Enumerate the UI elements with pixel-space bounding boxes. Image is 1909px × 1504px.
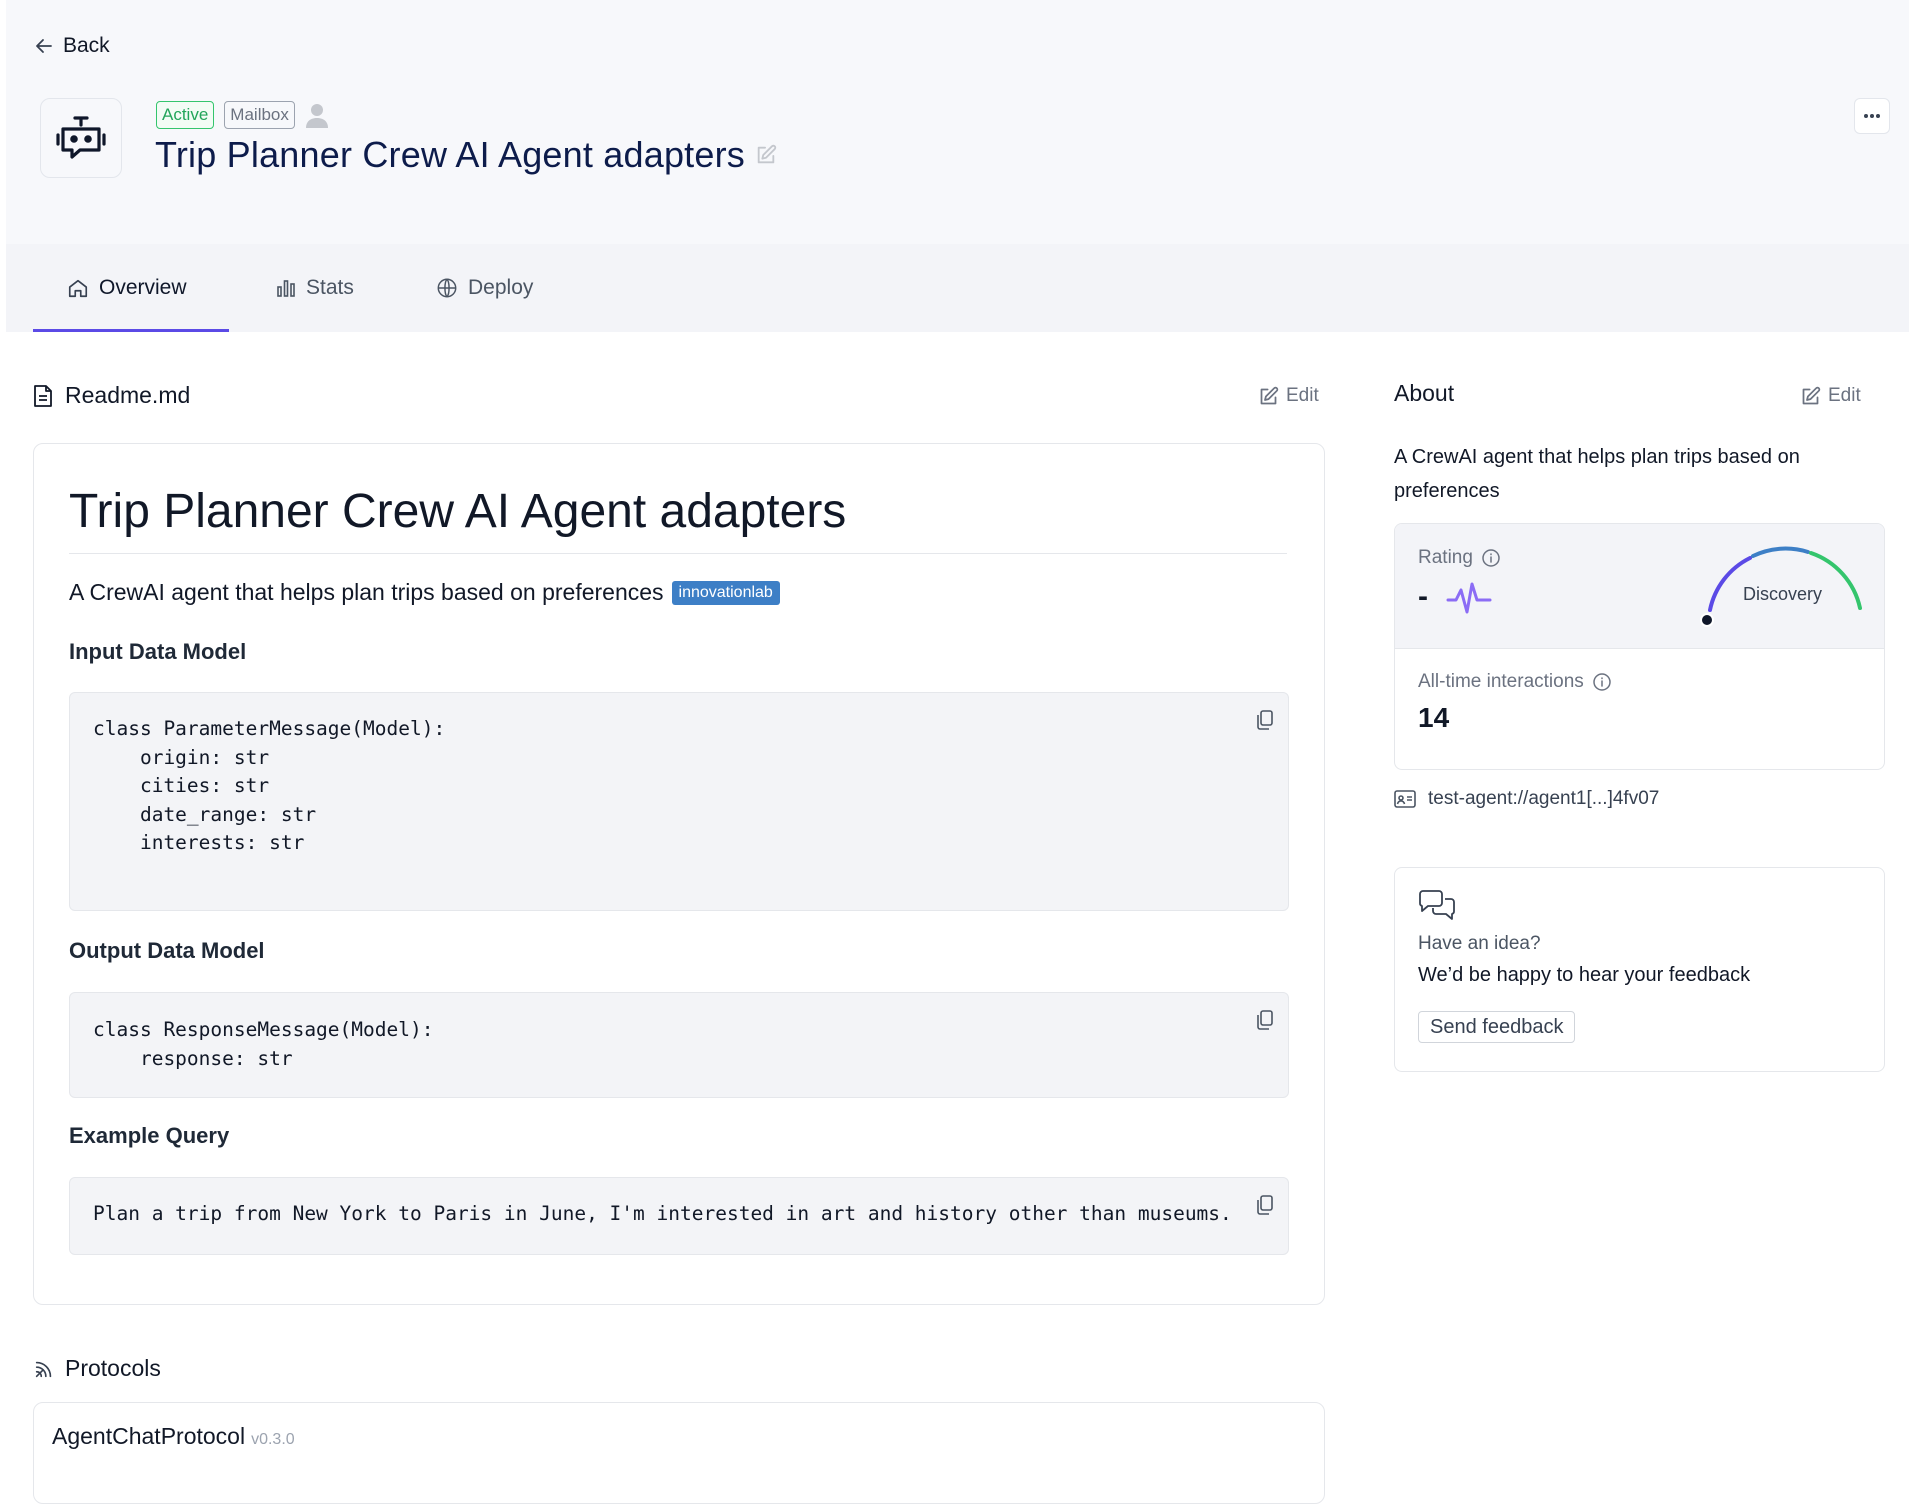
protocols-list: AgentChatProtocol v0.3.0: [33, 1402, 1325, 1504]
page-title: Trip Planner Crew AI Agent adapters: [155, 134, 777, 176]
document-icon: [34, 384, 52, 407]
mailbox-badge: Mailbox: [224, 101, 295, 129]
id-card-icon: [1394, 790, 1416, 808]
example-query-heading: Example Query: [69, 1123, 230, 1148]
about-edit-button[interactable]: Edit: [1800, 385, 1861, 407]
protocol-version: v0.3.0: [251, 1431, 295, 1448]
input-code-block: class ParameterMessage(Model): origin: s…: [69, 692, 1289, 911]
edit-label: Edit: [1286, 385, 1319, 406]
about-section-header: About: [1394, 380, 1454, 407]
back-button[interactable]: Back: [34, 34, 110, 58]
badge-row: Active Mailbox: [156, 101, 329, 129]
globe-icon: [437, 278, 457, 298]
chat-bubbles-icon: [1419, 890, 1455, 920]
tab-stats[interactable]: Stats: [276, 244, 354, 332]
stats-card: Rating - Discovery All-time interactions…: [1394, 523, 1885, 770]
interactions-value: 14: [1418, 702, 1450, 733]
tab-label: Stats: [306, 276, 354, 299]
feedback-card: Have an idea? We’d be happy to hear your…: [1394, 867, 1885, 1072]
agent-header: Back Active Mailbox Trip Planner Crew AI…: [6, 0, 1909, 244]
readme-title: Readme.md: [65, 382, 191, 408]
send-feedback-button[interactable]: Send feedback: [1418, 1011, 1576, 1043]
feedback-question: Have an idea?: [1418, 933, 1541, 954]
tab-bar: Overview Stats Deploy: [6, 244, 1909, 332]
ellipsis-icon: [1864, 114, 1880, 118]
protocol-item[interactable]: AgentChatProtocol v0.3.0: [52, 1423, 295, 1450]
robot-chat-icon: [56, 116, 106, 159]
back-label: Back: [63, 34, 110, 57]
copy-icon[interactable]: [1255, 1009, 1275, 1031]
readme-description-row: A CrewAI agent that helps plan trips bas…: [69, 579, 780, 606]
tab-deploy[interactable]: Deploy: [436, 244, 533, 332]
readme-heading: Trip Planner Crew AI Agent adapters: [69, 485, 847, 538]
protocols-title: Protocols: [65, 1355, 161, 1381]
about-title: About: [1394, 380, 1455, 406]
edit-icon: [1260, 386, 1279, 404]
readme-content: Trip Planner Crew AI Agent adapters A Cr…: [33, 443, 1325, 1305]
example-code-block: Plan a trip from New York to Paris in Ju…: [69, 1177, 1289, 1255]
status-badge: Active: [156, 101, 215, 129]
output-code: class ResponseMessage(Model): response: …: [93, 1018, 434, 1070]
arrow-left-icon: [36, 39, 52, 53]
rating-label-row: Rating: [1418, 547, 1501, 569]
rating-value: -: [1418, 580, 1428, 613]
input-code: class ParameterMessage(Model): origin: s…: [93, 717, 446, 854]
gauge-label: Discovery: [1743, 584, 1823, 604]
feedback-text: We’d be happy to hear your feedback: [1418, 964, 1751, 986]
info-icon[interactable]: [1481, 548, 1501, 568]
edit-title-icon[interactable]: [755, 144, 777, 166]
rating-panel: Rating - Discovery: [1395, 524, 1884, 649]
example-code: Plan a trip from New York to Paris in Ju…: [93, 1202, 1232, 1225]
protocols-section-header: Protocols: [33, 1355, 161, 1382]
edit-icon: [1802, 386, 1821, 404]
output-model-heading: Output Data Model: [69, 938, 265, 963]
bar-chart-icon: [277, 280, 295, 297]
tab-label: Overview: [99, 276, 187, 299]
protocol-name: AgentChatProtocol: [52, 1423, 246, 1449]
home-icon: [68, 279, 88, 298]
rating-label: Rating: [1418, 547, 1473, 568]
agent-address[interactable]: test-agent://agent1[...]4fv07: [1394, 788, 1659, 810]
user-icon: [305, 104, 328, 128]
copy-icon[interactable]: [1255, 709, 1275, 731]
agent-avatar: [40, 98, 122, 178]
tag-badge[interactable]: innovationlab: [671, 580, 780, 605]
active-tab-indicator: [33, 329, 229, 332]
more-options-button[interactable]: [1854, 98, 1890, 134]
heading-divider: [69, 553, 1287, 554]
readme-description: A CrewAI agent that helps plan trips bas…: [69, 579, 664, 605]
tab-overview[interactable]: Overview: [67, 244, 187, 332]
protocol-icon: [35, 1361, 52, 1377]
interactions-label: All-time interactions: [1418, 671, 1584, 692]
readme-section-header: Readme.md: [33, 382, 190, 409]
agent-title: Trip Planner Crew AI Agent adapters: [155, 134, 745, 175]
info-icon[interactable]: [1592, 672, 1612, 692]
input-model-heading: Input Data Model: [69, 639, 247, 664]
activity-pulse-icon: [1446, 582, 1492, 614]
output-code-block: class ResponseMessage(Model): response: …: [69, 992, 1289, 1098]
about-description: A CrewAI agent that helps plan trips bas…: [1394, 446, 1800, 502]
tab-label: Deploy: [468, 276, 534, 299]
edit-label: Edit: [1828, 385, 1861, 406]
address-text: test-agent://agent1[...]4fv07: [1428, 788, 1660, 809]
readme-edit-button[interactable]: Edit: [1258, 385, 1319, 407]
interactions-label-row: All-time interactions: [1418, 671, 1612, 693]
rating-value-row: -: [1418, 580, 1492, 614]
copy-icon[interactable]: [1255, 1194, 1275, 1216]
